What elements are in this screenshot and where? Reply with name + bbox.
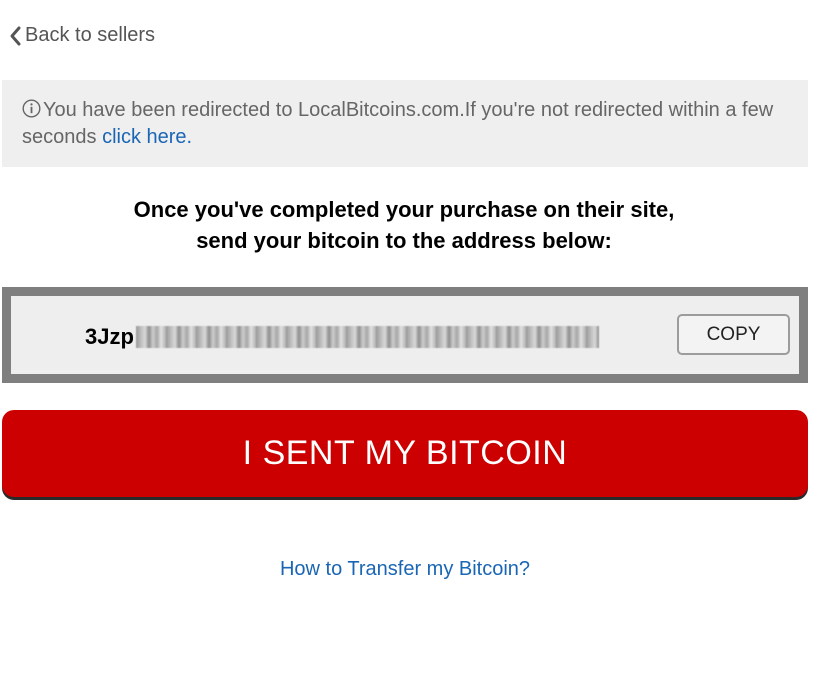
chevron-left-icon bbox=[8, 25, 22, 47]
page: Back to sellers You have been redirected… bbox=[0, 0, 826, 678]
how-to-transfer-link[interactable]: How to Transfer my Bitcoin? bbox=[0, 558, 810, 581]
info-circle-icon bbox=[22, 99, 41, 118]
bitcoin-address[interactable]: 3Jzp bbox=[85, 322, 599, 352]
click-here-link[interactable]: click here. bbox=[102, 126, 192, 148]
redirect-notice: You have been redirected to LocalBitcoin… bbox=[2, 80, 808, 167]
bitcoin-address-box: 3Jzp COPY bbox=[2, 287, 808, 383]
instruction-line-2: send your bitcoin to the address below: bbox=[196, 228, 612, 253]
address-prefix: 3Jzp bbox=[85, 324, 134, 349]
sent-bitcoin-button[interactable]: I SENT MY BITCOIN bbox=[2, 410, 808, 497]
address-redacted bbox=[135, 326, 599, 348]
instruction-line-1: Once you've completed your purchase on t… bbox=[133, 197, 675, 222]
back-link-label: Back to sellers bbox=[25, 24, 156, 46]
instruction-text: Once you've completed your purchase on t… bbox=[0, 194, 808, 256]
copy-button[interactable]: COPY bbox=[677, 314, 790, 355]
back-to-sellers-link[interactable]: Back to sellers bbox=[8, 24, 155, 47]
